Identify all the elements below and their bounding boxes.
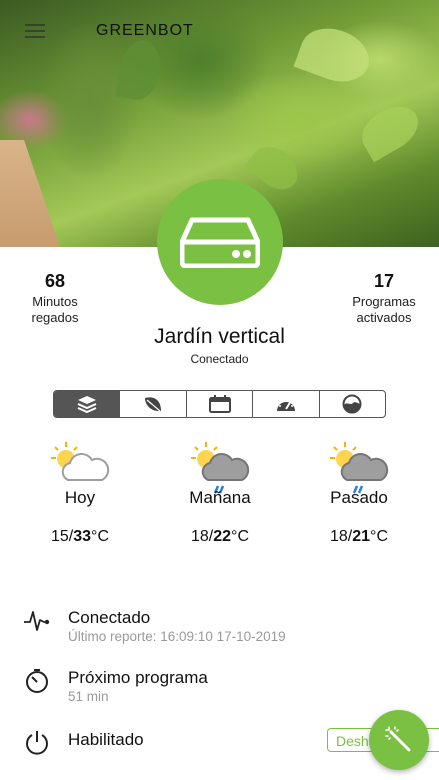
next-program-title: Próximo programa bbox=[68, 668, 208, 687]
stat-label: Programas activados bbox=[352, 294, 416, 325]
device-avatar bbox=[157, 179, 283, 305]
forecast-tomorrow: Mañana 18/22°C bbox=[160, 440, 280, 546]
timer-icon bbox=[26, 669, 48, 693]
stat-value: 17 bbox=[373, 271, 395, 291]
power-icon bbox=[26, 731, 48, 755]
next-program-time: 51 min bbox=[68, 689, 109, 704]
leaf-shape bbox=[293, 19, 377, 91]
pulse-icon bbox=[24, 611, 50, 631]
menu-icon[interactable] bbox=[25, 24, 45, 38]
cloud-rain-icon bbox=[191, 442, 250, 494]
connection-title: Conectado bbox=[68, 608, 151, 627]
stat-minutes-watered: 68 Minutos regados bbox=[24, 271, 86, 326]
forecast-temp: 18/21°C bbox=[330, 528, 388, 545]
stat-programs-activated: 17 Programas activados bbox=[350, 271, 418, 326]
hard-drive-icon bbox=[180, 217, 260, 268]
partly-cloudy-icon bbox=[51, 442, 110, 481]
last-report-text: Último reporte: 16:09:10 17-10-2019 bbox=[68, 629, 286, 644]
tab-calendar[interactable] bbox=[187, 391, 254, 417]
app-brand: GREENBOT bbox=[96, 22, 194, 39]
next-program-row: Próximo programa 51 min bbox=[24, 668, 419, 708]
forecast-day: Pasado bbox=[330, 488, 388, 507]
stat-value: 68 bbox=[44, 271, 66, 291]
tab-zones[interactable] bbox=[54, 391, 121, 417]
forecast-today: Hoy 15/33°C bbox=[20, 440, 140, 546]
garden-name: Jardín vertical bbox=[154, 325, 285, 348]
garden-status: Conectado bbox=[190, 352, 249, 366]
forecast-temp: 15/33°C bbox=[51, 528, 109, 545]
tab-plants[interactable] bbox=[120, 391, 187, 417]
humidity-icon bbox=[342, 394, 362, 414]
tab-sensors[interactable] bbox=[253, 391, 320, 417]
magic-action-button[interactable] bbox=[369, 710, 429, 770]
forecast-day: Hoy bbox=[64, 488, 96, 507]
leaf-icon bbox=[145, 397, 162, 412]
leaf-shape bbox=[354, 97, 426, 163]
leaf-shape bbox=[115, 36, 165, 104]
section-tabs bbox=[53, 390, 386, 418]
forecast-day: Mañana bbox=[189, 488, 251, 507]
layers-icon bbox=[77, 396, 97, 413]
connection-status-row: Conectado Último reporte: 16:09:10 17-10… bbox=[24, 608, 419, 648]
forecast-day-after: Pasado 18/21°C bbox=[299, 440, 419, 546]
calendar-icon bbox=[208, 395, 231, 413]
stat-label: Minutos regados bbox=[31, 294, 79, 325]
garden-path bbox=[0, 140, 60, 247]
gauge-icon bbox=[276, 398, 295, 411]
magic-wand-icon bbox=[385, 726, 411, 752]
cloud-rain-icon bbox=[330, 442, 389, 494]
tab-humidity[interactable] bbox=[320, 391, 385, 417]
enabled-title: Habilitado bbox=[68, 730, 144, 749]
forecast-temp: 18/22°C bbox=[191, 528, 249, 545]
